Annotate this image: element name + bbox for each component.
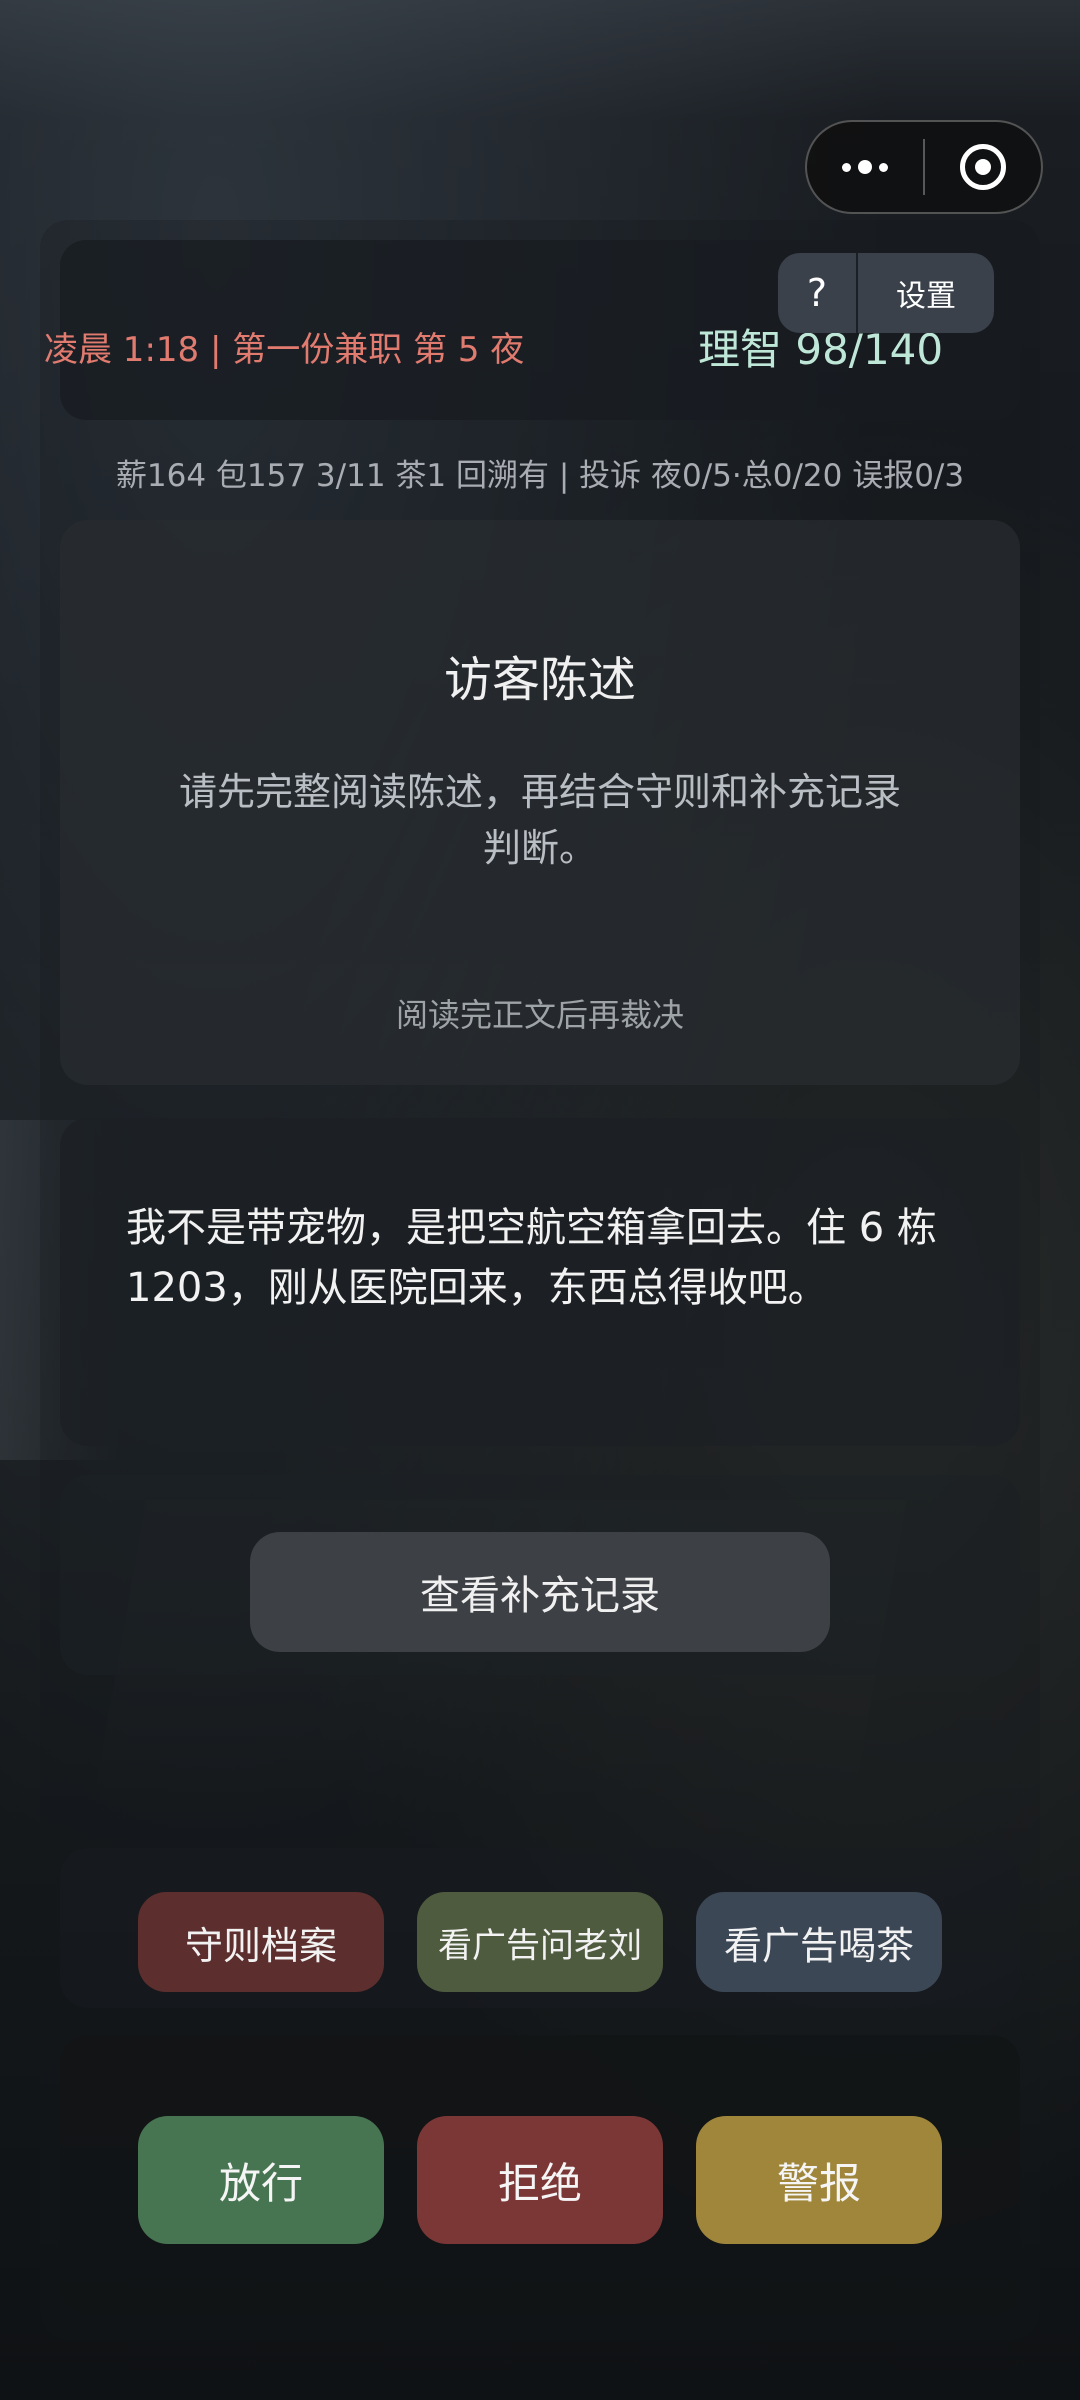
- target-circle-icon: [960, 144, 1006, 190]
- more-dots-icon: [842, 160, 888, 174]
- help-button[interactable]: ?: [778, 253, 858, 333]
- visitor-dialogue: 我不是带宠物，是把空航空箱拿回去。住 6 栋 1203，刚从医院回来，东西总得收…: [126, 1205, 937, 1311]
- reject-button[interactable]: 拒绝: [417, 2116, 663, 2244]
- more-button[interactable]: [807, 122, 923, 212]
- drink-tea-button[interactable]: 看广告喝茶: [696, 1892, 942, 1992]
- close-button[interactable]: [925, 122, 1041, 212]
- background-ceiling: [0, 0, 1080, 120]
- rules-archive-button[interactable]: 守则档案: [138, 1892, 384, 1992]
- view-supplement-button[interactable]: 查看补充记录: [250, 1532, 830, 1652]
- mini-program-capsule: [805, 120, 1043, 214]
- pass-button[interactable]: 放行: [138, 2116, 384, 2244]
- statement-hint: 请先完整阅读陈述，再结合守则和补充记录判断。: [178, 770, 901, 870]
- settings-button[interactable]: 设置: [858, 271, 994, 315]
- stats-line: 薪164 包157 3/11 茶1 回溯有 | 投诉 夜0/5·总0/20 误报…: [115, 458, 965, 494]
- alarm-button[interactable]: 警报: [696, 2116, 942, 2244]
- statement-title: 访客陈述: [443, 652, 636, 708]
- ask-old-liu-button[interactable]: 看广告问老刘: [417, 1892, 663, 1992]
- time-and-night: 凌晨 1:18 | 第一份兼职 第 5 夜: [44, 330, 525, 370]
- help-settings-group: ? 设置: [778, 253, 994, 333]
- read-note: 阅读完正文后再裁决: [395, 996, 684, 1034]
